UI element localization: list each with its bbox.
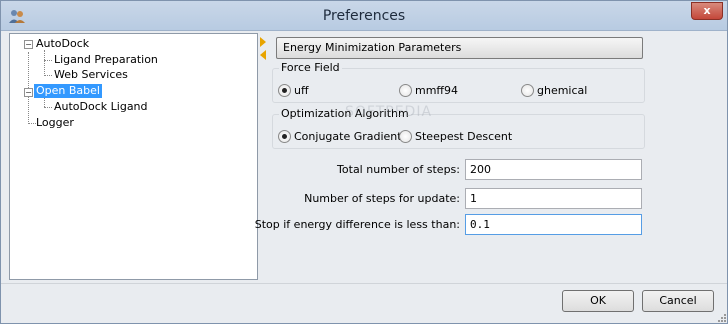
radio-label: ghemical xyxy=(537,84,588,97)
radio-label: uff xyxy=(294,84,309,97)
collapse-icon[interactable]: − xyxy=(24,88,33,97)
tree-connector xyxy=(44,60,52,61)
update-steps-label: Number of steps for update: xyxy=(304,192,460,205)
collapse-icon[interactable]: − xyxy=(24,40,33,49)
tree-node-autodock[interactable]: AutoDock xyxy=(36,37,89,51)
energy-threshold-input[interactable]: 0.1 xyxy=(465,214,642,235)
tree-connector xyxy=(28,52,29,122)
preferences-window: Preferences x − AutoDock Ligand Preparat… xyxy=(0,0,728,324)
footer-separator xyxy=(1,283,727,284)
tree-node-logger[interactable]: Logger xyxy=(36,116,74,130)
category-tree[interactable]: − AutoDock Ligand Preparation Web Servic… xyxy=(9,33,258,280)
radio-conjugate-gradients[interactable]: Conjugate Gradients xyxy=(278,130,407,143)
radio-label: Conjugate Gradients xyxy=(294,130,408,143)
window-title: Preferences xyxy=(322,8,406,24)
tree-node-web-services[interactable]: Web Services xyxy=(54,68,128,82)
energy-threshold-label: Stop if energy difference is less than: xyxy=(254,218,460,231)
expand-left-icon[interactable] xyxy=(260,50,266,60)
title-bar[interactable]: Preferences x xyxy=(1,1,727,31)
radio-uff[interactable]: uff xyxy=(278,84,309,97)
section-header-button[interactable]: Energy Minimization Parameters xyxy=(276,37,643,59)
watermark: SOFTPEDIA xyxy=(345,104,433,120)
radio-mmff94[interactable]: mmff94 xyxy=(399,84,458,97)
tree-connector xyxy=(44,75,52,76)
settings-panel: Energy Minimization Parameters Force Fie… xyxy=(255,33,648,279)
total-steps-label: Total number of steps: xyxy=(337,163,460,176)
total-steps-input[interactable]: 200 xyxy=(465,159,642,180)
radio-label: Steepest Descent xyxy=(415,130,513,143)
update-steps-input[interactable]: 1 xyxy=(465,188,642,209)
radio-ghemical[interactable]: ghemical xyxy=(521,84,587,97)
force-field-group: Force Field xyxy=(272,61,645,103)
tree-node-ligand-preparation[interactable]: Ligand Preparation xyxy=(54,53,158,67)
radio-circle-icon xyxy=(399,84,412,97)
radio-circle-icon xyxy=(278,130,291,143)
tree-connector xyxy=(44,50,45,76)
radio-circle-icon xyxy=(278,84,291,97)
radio-steepest-descent[interactable]: Steepest Descent xyxy=(399,130,512,143)
resize-grip-icon[interactable] xyxy=(717,313,726,322)
radio-circle-icon xyxy=(521,84,534,97)
tree-node-open-babel[interactable]: Open Babel xyxy=(34,84,102,98)
close-icon: x xyxy=(703,4,711,17)
split-pane-divider[interactable] xyxy=(260,33,266,281)
ok-button[interactable]: OK xyxy=(562,290,634,312)
radio-circle-icon xyxy=(399,130,412,143)
tree-connector xyxy=(28,123,36,124)
tree-node-autodock-ligand[interactable]: AutoDock Ligand xyxy=(54,100,148,114)
cancel-button[interactable]: Cancel xyxy=(642,290,714,312)
expand-right-icon[interactable] xyxy=(260,37,266,47)
tree-connector xyxy=(44,107,52,108)
radio-label: mmff94 xyxy=(415,84,459,97)
tree-connector xyxy=(44,98,45,107)
group-title: Force Field xyxy=(279,61,342,74)
close-button[interactable]: x xyxy=(691,2,723,20)
